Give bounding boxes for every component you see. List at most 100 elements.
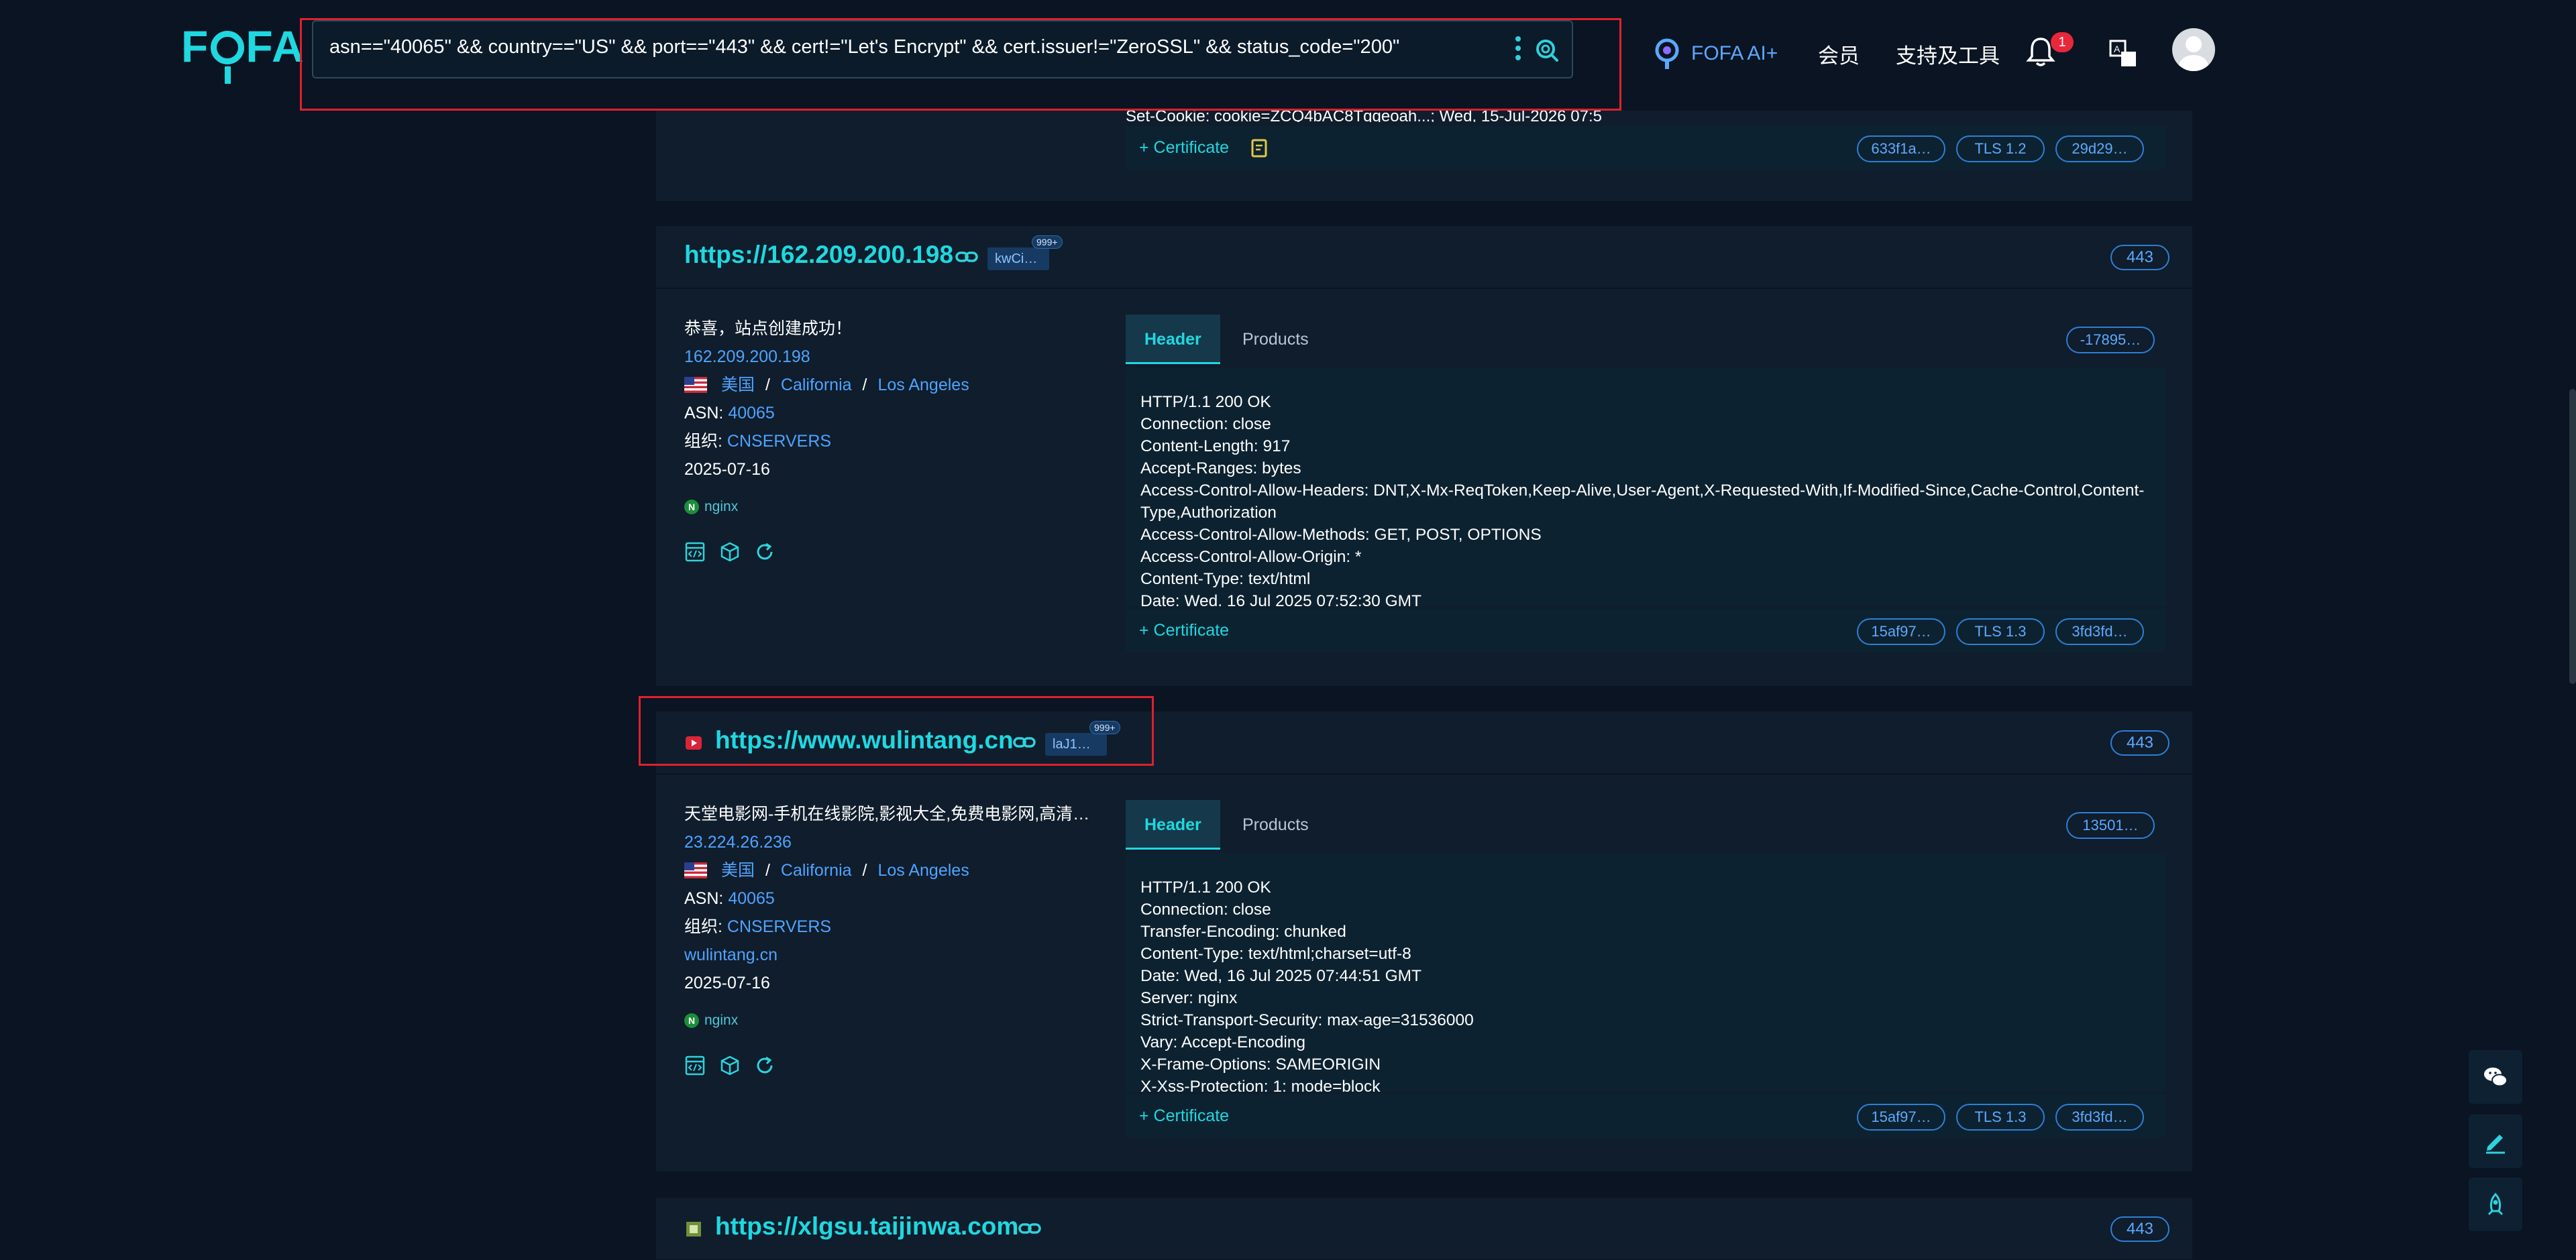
nav-member[interactable]: 会员 bbox=[1818, 39, 1860, 69]
response-tabs: Header Products 13501… bbox=[1126, 800, 2165, 850]
result-card: https://www.wulintang.cn laJ1… 999+ 443 … bbox=[656, 711, 2192, 1171]
svg-text:A: A bbox=[2114, 44, 2121, 54]
org-link[interactable]: CNSERVERS bbox=[727, 917, 831, 936]
response-line: Date: Wed, 16 Jul 2025 07:52:30 GMT bbox=[1140, 592, 1422, 606]
response-line: Content-Type: text/html bbox=[1140, 570, 1311, 588]
response-line: Date: Wed, 16 Jul 2025 07:44:51 GMT bbox=[1140, 967, 1422, 985]
nav-fofa-ai[interactable]: FOFA AI+ bbox=[1654, 34, 1778, 74]
city-link[interactable]: Los Angeles bbox=[877, 376, 969, 394]
country-link[interactable]: 美国 bbox=[721, 861, 755, 880]
certificate-bar: + Certificate 15af97… TLS 1.3 3fd3fd… bbox=[1126, 1093, 2165, 1137]
cert-hash-pill[interactable]: 15af97… bbox=[1857, 1104, 1945, 1131]
country-link[interactable]: 美国 bbox=[721, 376, 755, 394]
port-pill[interactable]: 443 bbox=[2110, 245, 2169, 270]
region-link[interactable]: California bbox=[781, 861, 852, 880]
response-line: X-Frame-Options: SAMEORIGIN bbox=[1140, 1055, 1381, 1074]
site-title: 天堂电影网-手机在线影院,影视大全,免费电影网,高清… bbox=[684, 805, 1090, 823]
response-line: Content-Type: text/html;charset=utf-8 bbox=[1140, 945, 1411, 963]
refresh-icon[interactable] bbox=[754, 541, 775, 563]
cert-fingerprint-pill[interactable]: 3fd3fd… bbox=[2055, 618, 2144, 645]
code-icon[interactable] bbox=[684, 1055, 706, 1076]
result-card: https://xlgsu.taijinwa.com 443 bbox=[656, 1198, 2192, 1260]
note-icon[interactable] bbox=[1250, 138, 1269, 158]
result-url-link[interactable]: https://xlgsu.taijinwa.com bbox=[715, 1212, 1018, 1241]
region-link[interactable]: California bbox=[781, 376, 852, 394]
response-line: Transfer-Encoding: chunked bbox=[1140, 923, 1346, 941]
cube-icon[interactable] bbox=[719, 1055, 741, 1076]
asn-label: ASN: bbox=[684, 889, 724, 908]
ip-link[interactable]: 23.224.26.236 bbox=[684, 828, 1089, 856]
cert-hash-pill[interactable]: 15af97… bbox=[1857, 618, 1945, 645]
ip-link[interactable]: 162.209.200.198 bbox=[684, 343, 969, 371]
tls-version-pill[interactable]: TLS 1.2 bbox=[1956, 135, 2045, 162]
result-url-link[interactable]: https://162.209.200.198 bbox=[684, 241, 953, 269]
update-date: 2025-07-16 bbox=[684, 974, 770, 992]
port-pill[interactable]: 443 bbox=[2110, 730, 2169, 756]
code-icon[interactable] bbox=[684, 541, 706, 563]
back-to-top-button[interactable] bbox=[2469, 1178, 2522, 1231]
fofa-logo[interactable]: F FA bbox=[181, 23, 305, 84]
wechat-button[interactable] bbox=[2469, 1050, 2522, 1104]
hash-pill[interactable]: -17895… bbox=[2066, 327, 2155, 353]
domain-link[interactable]: wulintang.cn bbox=[684, 941, 1089, 969]
response-line: Vary: Accept-Encoding bbox=[1140, 1033, 1306, 1051]
link-icon[interactable] bbox=[955, 249, 978, 265]
asn-label: ASN: bbox=[684, 404, 724, 422]
response-line: Access-Control-Allow-Origin: * bbox=[1140, 548, 1362, 566]
nav-support-tools[interactable]: 支持及工具 bbox=[1896, 39, 2000, 69]
cert-fingerprint-pill[interactable]: 3fd3fd… bbox=[2055, 1104, 2144, 1131]
site-title: 恭喜，站点创建成功！ bbox=[684, 319, 853, 338]
tab-header[interactable]: Header bbox=[1126, 800, 1220, 850]
refresh-icon[interactable] bbox=[754, 1055, 775, 1076]
result-card-header: https://162.209.200.198 kwCi… 999+ 443 bbox=[656, 226, 2192, 289]
us-flag-icon bbox=[684, 862, 707, 878]
tab-products[interactable]: Products bbox=[1224, 800, 1328, 850]
notification-badge: 1 bbox=[2051, 32, 2074, 52]
feedback-button[interactable] bbox=[2469, 1114, 2522, 1168]
translate-icon[interactable]: A bbox=[2108, 39, 2138, 68]
asn-link[interactable]: 40065 bbox=[728, 889, 775, 908]
tab-header[interactable]: Header bbox=[1126, 314, 1220, 364]
cube-icon[interactable] bbox=[719, 541, 741, 563]
nginx-icon: N bbox=[684, 500, 699, 514]
org-link[interactable]: CNSERVERS bbox=[727, 432, 831, 451]
hash-pill[interactable]: 13501… bbox=[2066, 812, 2155, 839]
host-info: 天堂电影网-手机在线影院,影视大全,免费电影网,高清… 23.224.26.23… bbox=[684, 800, 1089, 1076]
certificate-toggle[interactable]: + Certificate bbox=[1139, 138, 1229, 158]
location-row: 美国 / California / Los Angeles bbox=[684, 856, 1089, 884]
tls-version-pill[interactable]: TLS 1.3 bbox=[1956, 1104, 2045, 1131]
certificate-toggle[interactable]: + Certificate bbox=[1139, 621, 1229, 640]
response-line: HTTP/1.1 200 OK bbox=[1140, 393, 1271, 411]
tab-products[interactable]: Products bbox=[1224, 314, 1328, 364]
fingerprint-tag[interactable]: kwCi… bbox=[987, 247, 1049, 270]
server-tag[interactable]: Nnginx bbox=[684, 493, 969, 521]
url-highlight-box bbox=[639, 696, 1154, 766]
asn-link[interactable]: 40065 bbox=[728, 404, 775, 422]
certificate-toggle[interactable]: + Certificate bbox=[1139, 1106, 1229, 1126]
us-flag-icon bbox=[684, 377, 707, 393]
port-pill[interactable]: 443 bbox=[2110, 1216, 2169, 1242]
update-date: 2025-07-16 bbox=[684, 460, 770, 479]
response-line: Strict-Transport-Security: max-age=31536… bbox=[1140, 1011, 1474, 1029]
link-icon[interactable] bbox=[1018, 1220, 1041, 1237]
http-response: HTTP/1.1 200 OK Connection: close Conten… bbox=[1126, 368, 2165, 606]
nginx-icon: N bbox=[684, 1013, 699, 1028]
response-line: Accept-Ranges: bytes bbox=[1140, 459, 1301, 477]
result-tools bbox=[684, 541, 969, 563]
response-line: Access-Control-Allow-Methods: GET, POST,… bbox=[1140, 526, 1542, 544]
rocket-icon bbox=[2487, 1192, 2504, 1216]
cert-hash-pill[interactable]: 633f1a… bbox=[1857, 135, 1945, 162]
server-tag[interactable]: Nnginx bbox=[684, 1007, 1089, 1035]
query-highlight-box bbox=[300, 18, 1621, 111]
response-line: Access-Control-Allow-Headers: DNT,X-Mx-R… bbox=[1140, 481, 2145, 522]
tls-version-pill[interactable]: TLS 1.3 bbox=[1956, 618, 2045, 645]
scrollbar-thumb[interactable] bbox=[2569, 389, 2576, 684]
response-line: Connection: close bbox=[1140, 415, 1271, 433]
city-link[interactable]: Los Angeles bbox=[877, 861, 969, 880]
avatar[interactable] bbox=[2172, 28, 2215, 71]
favicon-icon bbox=[686, 1222, 701, 1237]
response-line: Server: nginx bbox=[1140, 989, 1238, 1007]
logo-o-icon bbox=[211, 31, 245, 84]
top-navigation-bar: F FA asn=="40065" && country=="US" && por… bbox=[0, 0, 2576, 111]
cert-fingerprint-pill[interactable]: 29d29… bbox=[2055, 135, 2144, 162]
